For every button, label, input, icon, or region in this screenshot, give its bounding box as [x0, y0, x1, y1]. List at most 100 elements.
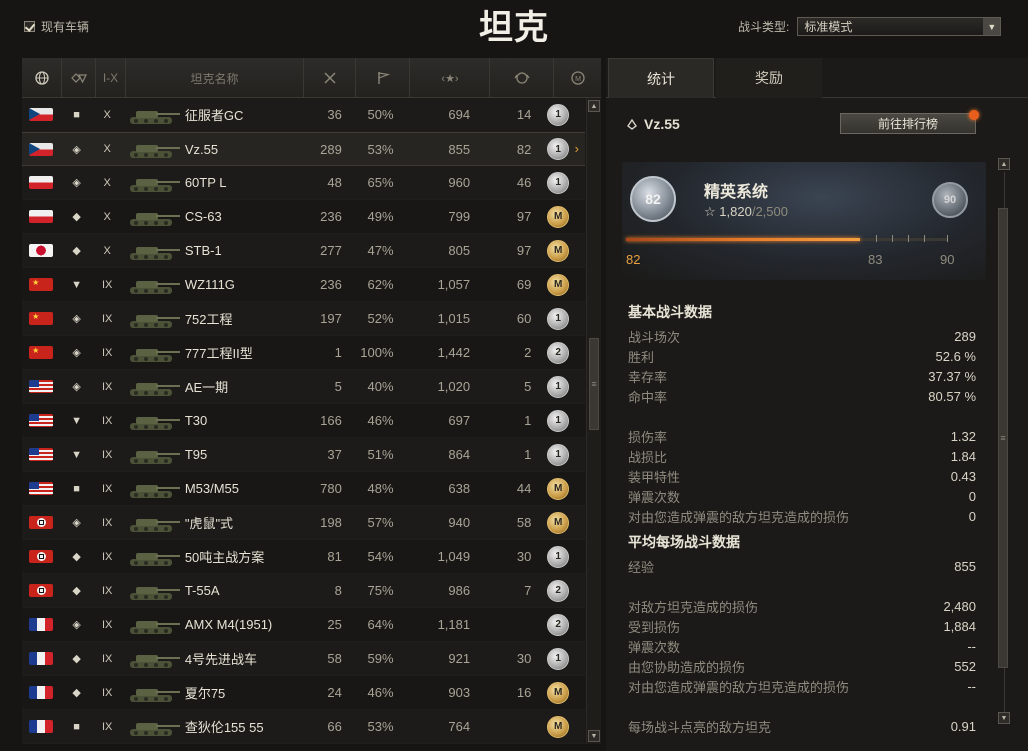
table-row[interactable]: ◆ X STB-1 277 47% 805 97 M [22, 234, 585, 268]
table-row[interactable]: ▼ IX T95 37 51% 864 1 1 [22, 438, 585, 472]
table-row[interactable]: ◆ IX 4号先进战车 58 59% 921 30 1 [22, 642, 585, 676]
table-row[interactable]: ◆ IX 50吨主战方案 81 54% 1,049 30 1 [22, 540, 585, 574]
tank-image [122, 404, 183, 438]
badge-cell: 2 [531, 341, 585, 364]
column-nation-header[interactable] [22, 58, 62, 98]
scroll-up-button[interactable]: ▲ [588, 100, 600, 112]
tank-silhouette-icon [129, 654, 180, 668]
badge-cell: 1 [531, 171, 585, 194]
go-to-ranking-button[interactable]: 前往排行榜 [840, 110, 979, 134]
stats-scroll-up-button[interactable]: ▲ [998, 158, 1010, 170]
tank-silhouette-icon [129, 382, 180, 396]
stat-row: 每场战斗点亮的敌方坦克 0.91 [628, 716, 976, 736]
tier-cell: X [103, 143, 111, 155]
stat-row: 战损比 1.84 [628, 446, 976, 466]
progress-tick [947, 235, 948, 242]
column-badge-header[interactable]: M [554, 58, 601, 98]
average-stats-title: 平均每场战斗数据 [628, 534, 740, 550]
mastery-badge-icon: 2 [547, 341, 570, 364]
stats-scroll-down-button[interactable]: ▼ [998, 712, 1010, 724]
table-row[interactable]: ■ IX 查狄伦155 55 66 53% 764 M [22, 710, 585, 744]
xp-cell: 986 [448, 583, 471, 598]
column-class-header[interactable] [62, 58, 96, 98]
table-row[interactable]: ◈ IX AE一期 5 40% 1,020 5 1 [22, 370, 585, 404]
table-row[interactable]: ◆ X CS-63 236 49% 799 97 M [22, 200, 585, 234]
chevron-down-icon[interactable]: ▼ [983, 18, 1001, 35]
nation-cell [22, 618, 60, 631]
tank-image [122, 438, 183, 472]
nation-flag-icon [29, 686, 54, 699]
nation-flag-icon [29, 550, 54, 563]
stats-scroll-thumb[interactable]: ≡ [998, 208, 1008, 668]
tier-cell: IX [102, 516, 113, 529]
vehicle-class-icon: ◆ [72, 211, 81, 223]
nation-cell [22, 516, 60, 529]
stat-value: -- [967, 678, 976, 694]
table-scrollbar[interactable]: ▲ ≡ ▼ [586, 98, 601, 744]
nation-flag-icon [29, 448, 54, 461]
table-row[interactable]: ◆ IX 夏尔75 24 46% 903 16 M [22, 676, 585, 710]
mastery-badge-icon: M [570, 71, 585, 85]
nation-flag-icon [29, 652, 54, 665]
badge-cell: 2 [531, 613, 585, 636]
mastery-badge-icon: 2 [547, 579, 570, 602]
average-stats-group-2: 对敌方坦克造成的损伤 2,480 受到损伤 1,884 弹震次数 -- 由您协助造成的损伤 5… [628, 596, 976, 696]
top-bar: 现有车辆 坦克 战斗类型: 标准模式 ▼ [0, 0, 1028, 56]
nation-cell [22, 176, 60, 189]
column-battles-header[interactable] [304, 58, 356, 98]
tank-silhouette-icon [129, 348, 180, 362]
vehicle-class-icon: ◆ [72, 585, 81, 597]
tank-name: 777工程II型 [184, 346, 253, 361]
table-row[interactable]: ▼ IX T30 166 46% 697 1 1 [22, 404, 585, 438]
table-row[interactable]: ◈ X 60TP L 48 65% 960 46 1 [22, 166, 585, 200]
stat-label: 战斗场次 [628, 329, 681, 345]
tank-silhouette-icon [129, 518, 180, 532]
battles-cell: 37 [327, 447, 342, 462]
column-xp-header[interactable]: ‹★› [410, 58, 490, 98]
basic-stats-group: 战斗场次 289 胜利 52.6 % 幸存率 37.37 % 命中率 80.57 % [628, 326, 976, 406]
stat-row: 弹震次数 0 [628, 486, 976, 506]
column-name-header[interactable]: 坦克名称 [126, 58, 304, 98]
table-row[interactable]: ★ ◈ IX 752工程 197 52% 1,015 60 1 [22, 302, 585, 336]
tab-awards[interactable]: 奖励 [716, 58, 822, 98]
table-row[interactable]: ◆ IX T-55A 8 75% 986 7 2 [22, 574, 585, 608]
table-row[interactable]: ■ IX M53/M55 780 48% 638 44 M [22, 472, 585, 506]
tier-cell: X [103, 108, 111, 121]
xp-cell: 638 [448, 481, 471, 496]
xp-cell: 864 [448, 447, 471, 462]
stat-value: 1.32 [950, 428, 976, 444]
column-winrate-header[interactable] [356, 58, 410, 98]
elite-level-cell: 7 [524, 583, 532, 598]
table-row[interactable]: ■ X 征服者GC 36 50% 694 14 1 [22, 98, 585, 132]
table-row[interactable]: ★ ◈ IX 777工程II型 1 100% 1,442 2 2 [22, 336, 585, 370]
stats-scrollbar[interactable]: ▲ ≡ ▼ [998, 158, 1012, 724]
stat-value: 0.43 [950, 468, 976, 484]
column-tier-header[interactable]: I-X [96, 58, 126, 98]
xp-cell: 960 [448, 175, 471, 190]
tab-statistics[interactable]: 统计 [608, 58, 714, 98]
tier-cell: IX [102, 380, 113, 393]
mastery-badge-icon: 1 [547, 375, 570, 398]
table-row[interactable]: ◈ X Vz.55 289 53% 855 82 1 › [22, 132, 585, 166]
badge-cell: 1 [531, 647, 585, 670]
scroll-down-button[interactable]: ▼ [588, 730, 600, 742]
winrate-cell: 100% [360, 345, 394, 360]
elite-level-cell: 16 [516, 685, 532, 700]
battle-type-select[interactable]: 标准模式 ▼ [797, 17, 1002, 36]
tier-cell: X [103, 176, 111, 189]
badge-cell: M [531, 239, 585, 262]
winrate-cell: 50% [367, 107, 394, 122]
go-to-ranking-label: 前往排行榜 [877, 117, 938, 131]
battles-cell: 277 [320, 243, 342, 258]
table-row[interactable]: ◈ IX "虎鼠"式 198 57% 940 58 M [22, 506, 585, 540]
table-row[interactable]: ★ ▼ IX WZ111G 236 62% 1,057 69 M [22, 268, 585, 302]
scroll-thumb[interactable]: ≡ [589, 338, 599, 430]
table-row[interactable]: ◈ IX AMX M4(1951) 25 64% 1,181 2 [22, 608, 585, 642]
tank-silhouette-icon [129, 416, 180, 430]
nation-flag-icon [29, 176, 54, 189]
column-mastery-header[interactable] [490, 58, 554, 98]
stat-value: 0 [968, 508, 976, 524]
tier-cell: IX [102, 414, 113, 427]
winrate-cell: 57% [367, 515, 394, 530]
battles-cell: 48 [327, 175, 342, 190]
